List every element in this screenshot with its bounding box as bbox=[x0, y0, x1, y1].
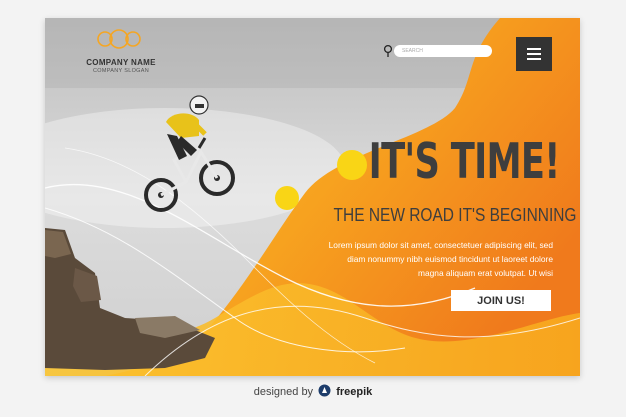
landing-page-card: COMPANY NAME COMPANY SLOGAN IT'S TIME! T… bbox=[45, 18, 580, 376]
company-slogan: COMPANY SLOGAN bbox=[93, 68, 149, 74]
footer-prefix: designed by bbox=[253, 386, 314, 398]
company-name: COMPANY NAME bbox=[86, 58, 156, 67]
footer-brand[interactable]: freepik bbox=[336, 386, 372, 398]
menu-button[interactable] bbox=[516, 37, 552, 71]
hamburger-menu-icon bbox=[527, 48, 541, 60]
hero-title: IT'S TIME! bbox=[368, 133, 561, 190]
freepik-logo-icon bbox=[318, 384, 331, 397]
yellow-dot-large bbox=[337, 150, 367, 180]
join-us-button[interactable]: JOIN US! bbox=[451, 290, 551, 311]
yellow-dot-small bbox=[275, 186, 299, 210]
body-line: magna aliquam erat volutpat. Ut wisi bbox=[418, 268, 553, 278]
body-line: diam nonummy nibh euismod tincidunt ut l… bbox=[347, 254, 553, 264]
search-icon[interactable] bbox=[383, 44, 393, 58]
logo-rings-icon bbox=[97, 29, 141, 49]
search-input[interactable] bbox=[394, 45, 492, 57]
footer-credit: designed by freepik bbox=[0, 384, 626, 398]
hero-body-text: Lorem ipsum dolor sit amet, consectetuer… bbox=[295, 238, 553, 280]
company-logo[interactable]: COMPANY NAME COMPANY SLOGAN bbox=[71, 28, 171, 78]
body-line: Lorem ipsum dolor sit amet, consectetuer… bbox=[328, 240, 553, 250]
hero-subtitle: THE NEW ROAD IT'S BEGINNING bbox=[333, 205, 577, 225]
